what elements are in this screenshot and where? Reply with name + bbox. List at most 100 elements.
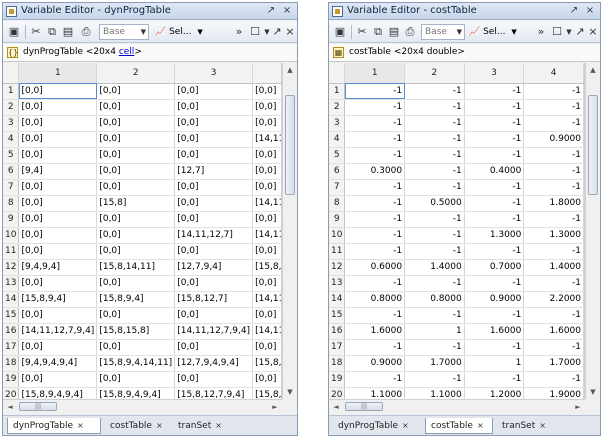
- table-cell[interactable]: [0,0]: [174, 339, 254, 356]
- table-cell[interactable]: [0,0]: [174, 147, 254, 164]
- table-cell[interactable]: [0,0]: [18, 339, 98, 356]
- table-cell[interactable]: [0,0]: [252, 275, 281, 292]
- table-cell[interactable]: [14,11,12,7]: [174, 227, 254, 244]
- row-header[interactable]: 11: [3, 243, 20, 260]
- table-cell[interactable]: [0,0]: [18, 371, 98, 388]
- table-cell[interactable]: [0,0]: [96, 131, 176, 148]
- plot-selection-button[interactable]: 📈 Sel... ▼: [155, 24, 203, 40]
- close-icon[interactable]: ×: [77, 421, 84, 430]
- table-cell[interactable]: -1: [404, 211, 465, 228]
- scroll-up-icon[interactable]: ▲: [586, 63, 600, 77]
- table-cell[interactable]: [0,0]: [18, 243, 98, 260]
- table-cell[interactable]: [0,0]: [18, 83, 98, 100]
- table-cell[interactable]: [14,11,12,7,9,4]: [18, 323, 98, 340]
- table-cell[interactable]: -1: [523, 147, 584, 164]
- scroll-down-icon[interactable]: ▼: [586, 385, 600, 399]
- row-header[interactable]: 15: [3, 307, 20, 324]
- table-cell[interactable]: -1: [344, 195, 406, 212]
- table-cell[interactable]: -1: [464, 371, 525, 388]
- row-header[interactable]: 6: [329, 163, 346, 180]
- row-header[interactable]: 16: [329, 323, 346, 340]
- table-cell[interactable]: [15,8,14,11]: [96, 259, 176, 276]
- table-cell[interactable]: [12,7,9,4,9,4]: [174, 355, 254, 372]
- table-cell[interactable]: [9,4]: [18, 163, 98, 180]
- table-cell[interactable]: [0,0]: [174, 131, 254, 148]
- row-header[interactable]: 2: [3, 99, 20, 116]
- row-header[interactable]: 8: [3, 195, 20, 212]
- table-cell[interactable]: [14,11,12,7,9,4]: [174, 323, 254, 340]
- table-cell[interactable]: -1: [404, 83, 465, 100]
- table-cell[interactable]: [15,8,9,4]: [96, 291, 176, 308]
- table-cell[interactable]: -1: [404, 243, 465, 260]
- close-icon[interactable]: ×: [477, 421, 484, 430]
- column-header[interactable]: 4: [252, 63, 281, 84]
- table-cell[interactable]: 1.4000: [523, 259, 584, 276]
- undock-icon[interactable]: ↗: [574, 24, 586, 40]
- column-header[interactable]: 3: [174, 63, 254, 84]
- scroll-right-icon[interactable]: ►: [268, 400, 282, 414]
- table-cell[interactable]: -1: [404, 163, 465, 180]
- vertical-scroll-thumb[interactable]: [285, 95, 295, 195]
- table-cell[interactable]: [15,8,12,7]: [174, 291, 254, 308]
- table-cell[interactable]: 0.7000: [464, 259, 525, 276]
- copy-icon[interactable]: ⧉: [371, 24, 385, 40]
- column-header[interactable]: 2: [404, 63, 465, 84]
- table-cell[interactable]: [0,0]: [174, 275, 254, 292]
- table-cell[interactable]: 0.9000: [344, 355, 406, 372]
- table-cell[interactable]: [0,0]: [174, 371, 254, 388]
- row-header[interactable]: 12: [329, 259, 346, 276]
- paste-icon[interactable]: ▤: [61, 24, 75, 40]
- table-cell[interactable]: [0,0]: [174, 179, 254, 196]
- row-header[interactable]: 18: [329, 355, 346, 372]
- table-cell[interactable]: [0,0]: [18, 99, 98, 116]
- table-cell[interactable]: [0,0]: [96, 339, 176, 356]
- table-cell[interactable]: 1.7000: [523, 355, 584, 372]
- close-icon[interactable]: ×: [539, 421, 546, 430]
- row-header[interactable]: 19: [3, 371, 20, 388]
- table-cell[interactable]: -1: [464, 243, 525, 260]
- table-cell[interactable]: [0,0]: [96, 307, 176, 324]
- row-header[interactable]: 11: [329, 243, 346, 260]
- table-cell[interactable]: [0,0]: [96, 371, 176, 388]
- table-cell[interactable]: 1.6000: [344, 323, 406, 340]
- row-header[interactable]: 1: [3, 83, 20, 100]
- close-icon[interactable]: ×: [280, 4, 294, 18]
- table-cell[interactable]: -1: [404, 179, 465, 196]
- row-header[interactable]: 14: [3, 291, 20, 308]
- close-icon[interactable]: ×: [284, 24, 296, 40]
- table-cell[interactable]: -1: [344, 99, 406, 116]
- table-cell[interactable]: 0.9000: [523, 131, 584, 148]
- row-header[interactable]: 4: [329, 131, 346, 148]
- table-cell[interactable]: -1: [344, 179, 406, 196]
- row-header[interactable]: 1: [329, 83, 346, 100]
- undock-icon[interactable]: ↗: [264, 4, 278, 18]
- table-cell[interactable]: 1: [404, 323, 465, 340]
- scroll-left-icon[interactable]: ◄: [3, 400, 17, 414]
- close-icon[interactable]: ×: [583, 4, 597, 18]
- table-cell[interactable]: -1: [344, 83, 406, 100]
- table-cell[interactable]: -1: [523, 211, 584, 228]
- row-header[interactable]: 10: [329, 227, 346, 244]
- table-cell[interactable]: -1: [344, 371, 406, 388]
- layout-icon[interactable]: ☐: [549, 24, 565, 40]
- tab-dynprogtable[interactable]: dynProgTable ×: [333, 418, 421, 434]
- row-header[interactable]: 12: [3, 259, 20, 276]
- new-variable-icon[interactable]: ▣: [332, 24, 348, 40]
- table-cell[interactable]: -1: [523, 83, 584, 100]
- table-cell[interactable]: [15,8,15,8]: [96, 323, 176, 340]
- close-icon[interactable]: ×: [215, 421, 222, 430]
- table-cell[interactable]: -1: [344, 243, 406, 260]
- table-cell[interactable]: -1: [344, 275, 406, 292]
- table-cell[interactable]: [0,0]: [252, 163, 281, 180]
- base-workspace-select[interactable]: Base ▼: [99, 24, 149, 40]
- new-variable-icon[interactable]: ▣: [6, 24, 22, 40]
- table-cell[interactable]: [15,8,12,7,9,4]: [174, 387, 254, 399]
- base-workspace-select[interactable]: Base ▼: [421, 24, 465, 40]
- table-cell[interactable]: 0.8000: [404, 291, 465, 308]
- chevron-down-icon[interactable]: ▼: [263, 24, 271, 40]
- row-header[interactable]: 13: [3, 275, 20, 292]
- column-header[interactable]: 3: [464, 63, 525, 84]
- table-cell[interactable]: -1: [344, 307, 406, 324]
- table-cell[interactable]: [14,11,12,7]: [252, 227, 281, 244]
- table-cell[interactable]: -1: [404, 131, 465, 148]
